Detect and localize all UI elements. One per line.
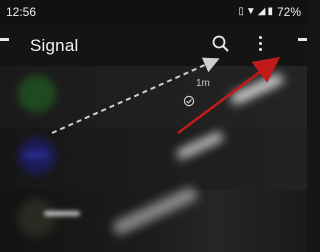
avatar: [18, 199, 56, 237]
battery-percent: 72%: [276, 5, 301, 19]
avatar: [18, 137, 56, 175]
search-icon[interactable]: [211, 34, 231, 54]
blurred-message-preview: [44, 211, 80, 216]
battery-icon: ▮: [267, 6, 273, 17]
menu-icon[interactable]: [0, 38, 9, 41]
status-bar: 12:56 ▯ ▼ ◢ ▮ 72%: [0, 0, 307, 24]
status-time: 12:56: [6, 5, 37, 19]
conversation-list: 1m: [0, 66, 307, 252]
wifi-icon: ▼: [245, 6, 256, 17]
vibrate-icon: ▯: [238, 6, 244, 17]
conversation-row[interactable]: [0, 190, 307, 252]
conversation-row[interactable]: 1m: [0, 66, 307, 128]
signal-icon: ◢: [257, 6, 266, 17]
app-title: Signal: [30, 36, 79, 55]
app-bar: Signal: [0, 24, 307, 66]
compose-icon[interactable]: [298, 38, 307, 41]
status-icons: ▯ ▼ ◢ ▮ 72%: [238, 5, 301, 19]
conversation-row[interactable]: [0, 128, 307, 190]
avatar: [18, 75, 56, 113]
conversation-timestamp: 1m: [196, 78, 210, 89]
more-options-icon[interactable]: [258, 36, 264, 56]
delivered-check-icon: [183, 95, 195, 107]
